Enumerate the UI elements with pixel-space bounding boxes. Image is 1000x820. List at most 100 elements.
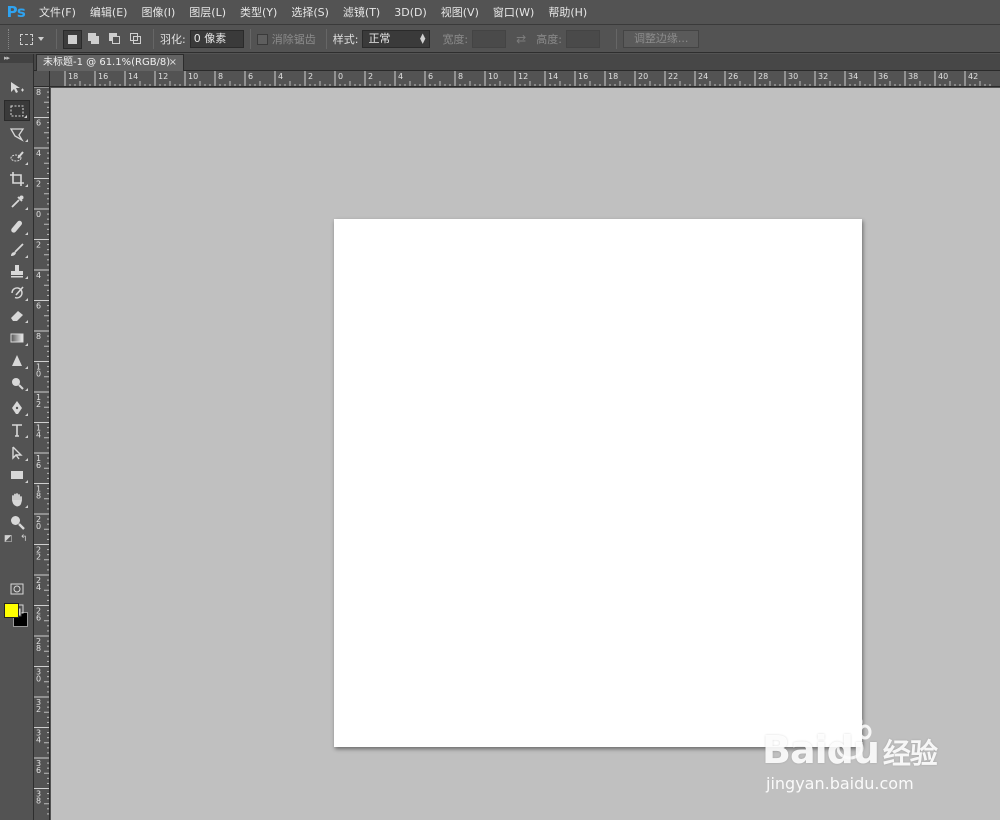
history-brush-tool[interactable] [4, 282, 30, 303]
rectangle-tool[interactable] [4, 464, 30, 485]
width-label: 宽度: [442, 33, 469, 46]
watermark-brand: Baidu 经验 [762, 728, 938, 772]
ruler-label: 8 [218, 72, 223, 81]
style-select[interactable]: 正常 ▲ ▼ [362, 30, 431, 48]
move-icon [11, 81, 24, 93]
rectangular-marquee-tool[interactable] [4, 100, 30, 121]
quick-mask-button[interactable] [4, 578, 30, 599]
ruler-label: 30 [788, 72, 798, 81]
ruler-label: 8 [36, 492, 41, 501]
eraser-icon [11, 310, 23, 321]
ruler-label: 8 [458, 72, 463, 81]
style-label: 样式: [332, 33, 359, 46]
antialias-checkbox[interactable] [256, 33, 268, 45]
ruler-label: 18 [608, 72, 618, 81]
new-selection-button[interactable] [63, 29, 82, 49]
menu-image[interactable]: 图像(I) [134, 0, 182, 25]
crop-tool[interactable] [4, 168, 30, 189]
baidu-jingyan-watermark: Baidu 经验 jingyan.baidu.com [762, 712, 1000, 802]
eraser-tool[interactable] [4, 304, 30, 325]
ruler-label: 0 [338, 72, 343, 81]
blur-tool[interactable] [4, 350, 30, 371]
ruler-label: 2 [36, 705, 41, 714]
ruler-label: 10 [188, 72, 198, 81]
menu-layer[interactable]: 图层(L) [182, 0, 233, 25]
lasso-tool[interactable] [4, 123, 30, 144]
ruler-label: 32 [818, 72, 828, 81]
height-label: 高度: [536, 33, 562, 46]
rectangular-marquee-icon [10, 105, 24, 116]
spot-healing-tool[interactable] [4, 216, 30, 237]
add-to-selection-button[interactable] [84, 30, 103, 49]
brush-icon [11, 242, 24, 256]
menu-edit[interactable]: 编辑(E) [83, 0, 135, 25]
options-bar: 羽化: 0 像素 消除锯齿 样式: 正常 ▲ ▼ 宽度: ⇄ 高度: 调整边缘..… [0, 26, 1000, 53]
tool-preset-picker[interactable] [20, 29, 50, 49]
menu-type[interactable]: 类型(Y) [233, 0, 284, 25]
close-icon[interactable]: × [169, 55, 177, 70]
ruler-label: 16 [98, 72, 108, 81]
ruler-label: 6 [36, 766, 41, 775]
style-select-value: 正常 [368, 32, 391, 45]
refine-edge-button[interactable]: 调整边缘... [622, 30, 700, 48]
tools-panel-collapse-icon[interactable]: ▸▸ [0, 54, 33, 63]
watermark-brand-bai: Bai [762, 728, 828, 772]
feather-input[interactable]: 0 像素 [189, 30, 244, 48]
vertical-ruler[interactable]: 864202468101214161820222426283032343638 [34, 87, 50, 820]
watermark-url: jingyan.baidu.com [766, 774, 914, 793]
path-selection-tool[interactable] [4, 442, 30, 463]
ruler-label: 8 [36, 88, 41, 97]
zoom-tool[interactable] [4, 511, 30, 532]
subtract-from-selection-button[interactable] [105, 30, 124, 49]
divider [56, 29, 57, 49]
ruler-label: 6 [36, 461, 41, 470]
menu-file[interactable]: 文件(F) [32, 0, 83, 25]
ruler-label: 8 [36, 332, 41, 341]
pen-tool[interactable] [4, 397, 30, 418]
ruler-label: 14 [128, 72, 138, 81]
divider [325, 29, 327, 49]
height-input[interactable] [565, 30, 600, 48]
clone-stamp-tool[interactable] [4, 260, 30, 281]
ruler-origin[interactable] [34, 71, 50, 87]
menu-window[interactable]: 窗口(W) [486, 0, 541, 25]
default-colors-icon[interactable]: ◩ [4, 534, 13, 544]
canvas-workspace[interactable] [51, 88, 1000, 820]
menu-view[interactable]: 视图(V) [434, 0, 486, 25]
quick-selection-tool[interactable] [4, 146, 30, 167]
brush-tool[interactable] [4, 239, 30, 260]
document-canvas[interactable] [334, 219, 862, 747]
document-tab[interactable]: 未标题-1 @ 61.1%(RGB/8) × [36, 54, 184, 71]
dodge-tool[interactable] [4, 372, 30, 393]
foreground-color-swatch[interactable] [4, 603, 19, 618]
menu-3d[interactable]: 3D(D) [387, 0, 434, 25]
ruler-label: 4 [36, 149, 41, 158]
menu-filter[interactable]: 滤镜(T) [336, 0, 387, 25]
ruler-label: 16 [578, 72, 588, 81]
type-tool[interactable] [4, 419, 30, 440]
horizontal-ruler[interactable]: 18 16 14 12 10 8 6 4 2 0 2 4 6 8 10 12 14 16 18 20 22 24 26 28 3… [50, 71, 1000, 87]
swap-dimensions-icon[interactable]: ⇄ [516, 32, 526, 46]
ruler-label: 14 [548, 72, 558, 81]
ruler-label: 24 [698, 72, 708, 81]
menu-help[interactable]: 帮助(H) [541, 0, 594, 25]
width-input[interactable] [472, 30, 507, 48]
swap-colors-icon[interactable]: ↰ [20, 534, 28, 544]
blur-drop-icon [12, 354, 22, 366]
divider [153, 29, 154, 49]
ruler-label: 4 [36, 736, 41, 745]
gradient-tool[interactable] [4, 327, 30, 348]
eyedropper-tool[interactable] [4, 191, 30, 212]
antialias-label: 消除锯齿 [271, 33, 316, 46]
watermark-brand-du: du [826, 728, 880, 772]
ruler-label: 2 [308, 72, 313, 81]
ruler-label: 40 [938, 72, 948, 81]
ruler-label: 22 [668, 72, 678, 81]
document-tab-bar: 未标题-1 @ 61.1%(RGB/8) × [34, 54, 1000, 71]
intersect-selection-button[interactable] [126, 30, 145, 49]
hand-tool[interactable] [4, 489, 30, 510]
menu-select[interactable]: 选择(S) [284, 0, 336, 25]
move-tool[interactable] [4, 77, 30, 98]
options-bar-grip[interactable] [8, 29, 14, 49]
zoom-icon [11, 515, 25, 530]
